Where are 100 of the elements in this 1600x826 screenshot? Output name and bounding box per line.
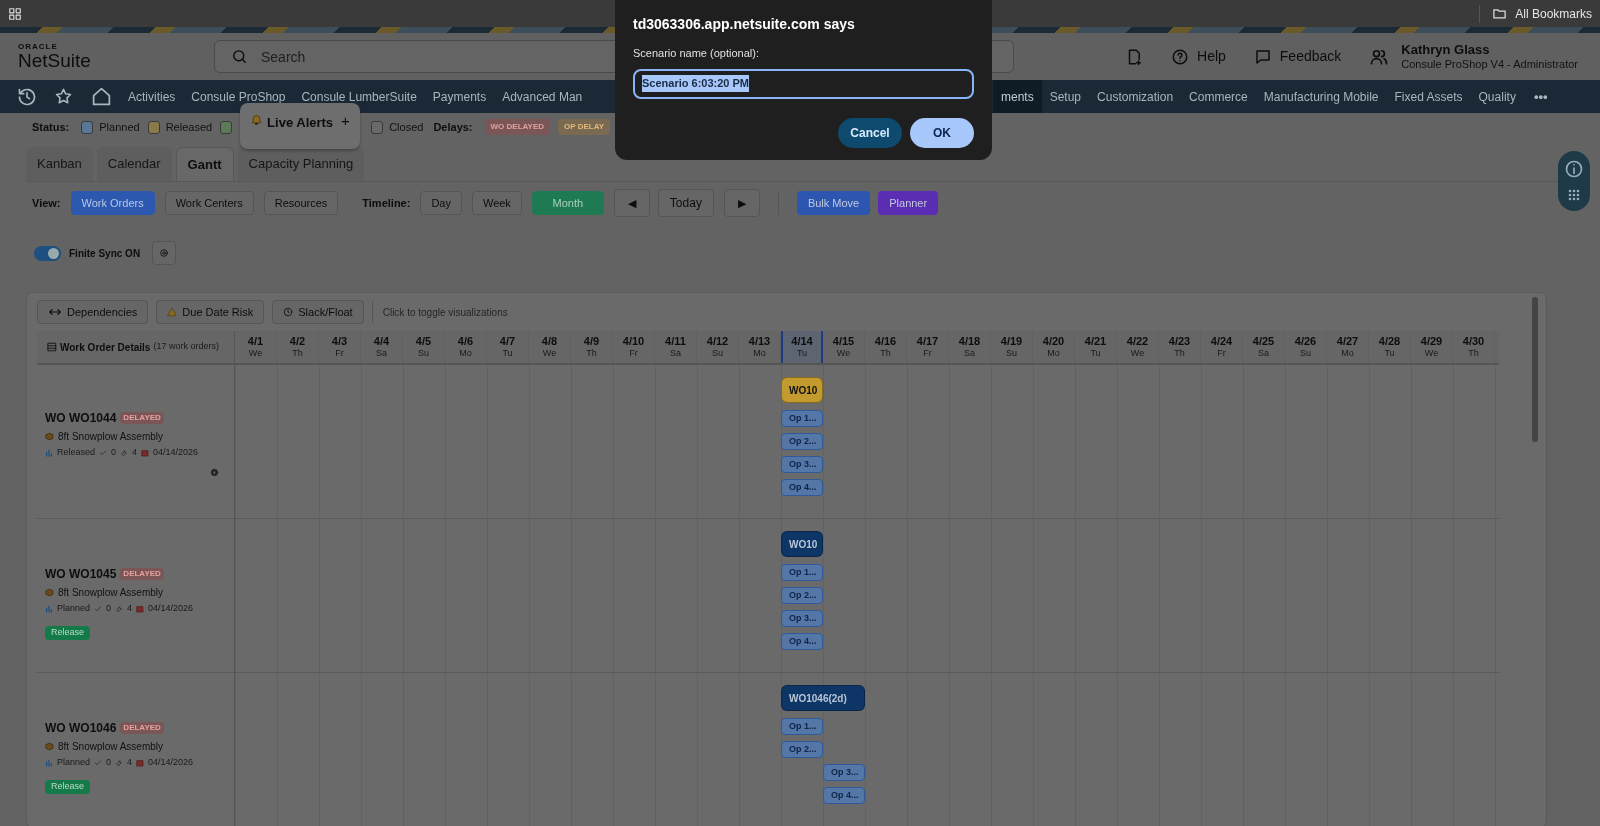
- box-icon: [45, 742, 54, 752]
- history-icon[interactable]: [17, 86, 37, 107]
- day-column-header: 4/23 Th: [1159, 331, 1201, 363]
- dialog-title: td3063306.app.netsuite.com says: [633, 15, 856, 34]
- speech-bubble-icon: [1253, 47, 1272, 66]
- ok-button[interactable]: OK: [910, 117, 974, 148]
- nav-menu-item[interactable]: Manufacturing Mobile: [1255, 80, 1387, 113]
- delayed-badge: DELAYED: [120, 722, 164, 735]
- box-icon: [45, 431, 54, 441]
- toggle-switch[interactable]: [34, 245, 61, 261]
- visualization-toggle-button[interactable]: Dependencies: [37, 300, 149, 324]
- day-column-header: 4/29 We: [1411, 331, 1453, 363]
- delayed-badge: DELAYED: [120, 411, 164, 424]
- operation-bar[interactable]: Op 2...: [781, 741, 823, 758]
- release-button[interactable]: Release: [45, 625, 91, 640]
- today-button[interactable]: Today: [657, 189, 714, 217]
- day-column-header: 4/15 We: [823, 331, 865, 363]
- view-option-button[interactable]: Resources: [263, 191, 339, 215]
- action-button[interactable]: Bulk Move: [796, 191, 871, 215]
- operation-bar[interactable]: Op 2...: [781, 587, 823, 604]
- status-legend-label: Planned: [99, 119, 140, 135]
- view-tab[interactable]: Gantt: [175, 147, 234, 181]
- status-legend-label: Released: [165, 119, 213, 135]
- gear-icon[interactable]: [209, 467, 220, 479]
- work-order-bar[interactable]: WO10: [781, 377, 823, 403]
- product-name: 8ft Snowplow Assembly: [58, 740, 164, 755]
- action-button[interactable]: Planner: [878, 191, 939, 215]
- view-tab[interactable]: Calendar: [96, 147, 172, 181]
- scrollbar[interactable]: [1532, 297, 1538, 442]
- feedback-link[interactable]: Feedback: [1253, 46, 1342, 67]
- search-icon: [231, 48, 248, 65]
- floating-help-widget[interactable]: [1558, 151, 1590, 211]
- nav-menu-item[interactable]: Quality: [1470, 80, 1524, 113]
- user-role: Consule ProShop V4 - Administrator: [1401, 57, 1578, 72]
- release-button[interactable]: Release: [45, 779, 91, 794]
- finite-sync-label: Finite Sync ON: [69, 246, 141, 261]
- operation-bar[interactable]: Op 1...: [781, 718, 823, 735]
- nav-menu-item[interactable]: Advanced Man: [494, 80, 591, 113]
- view-option-button[interactable]: Work Orders: [70, 191, 155, 215]
- completed-count: 0: [111, 445, 117, 459]
- operation-bar[interactable]: Op 1...: [781, 410, 823, 427]
- timeline-option-button[interactable]: Day: [420, 191, 462, 215]
- operation-bar[interactable]: Op 4...: [781, 633, 823, 650]
- timeline-option-button[interactable]: Week: [471, 191, 522, 215]
- operation-count: 4: [127, 602, 133, 616]
- day-column-header: 4/8 We: [529, 331, 571, 363]
- day-column-header: 4/17 Fr: [907, 331, 949, 363]
- help-link[interactable]: Help: [1171, 46, 1226, 67]
- cancel-button[interactable]: Cancel: [838, 117, 902, 148]
- product-name: 8ft Snowplow Assembly: [58, 586, 164, 601]
- settings-button[interactable]: [152, 241, 177, 265]
- view-option-button[interactable]: Work Centers: [164, 191, 254, 215]
- due-date: 04/14/2026: [148, 602, 194, 616]
- timeline-option-button[interactable]: Month: [531, 191, 604, 215]
- operation-bar[interactable]: Op 1...: [781, 564, 823, 581]
- operation-bar[interactable]: Op 3...: [781, 456, 823, 473]
- operation-bar[interactable]: Op 4...: [823, 787, 865, 804]
- work-order-bar[interactable]: WO10: [781, 531, 823, 557]
- live-alerts-popup[interactable]: Live Alerts +: [240, 103, 360, 149]
- day-column-header: 4/4 Sa: [361, 331, 403, 363]
- day-column-header: 4/2 Th: [277, 331, 319, 363]
- clock-icon: [283, 307, 294, 317]
- bookmarks-folder[interactable]: All Bookmarks: [1479, 4, 1592, 23]
- nav-menu-item[interactable]: Activities: [120, 80, 184, 113]
- apps-grid-icon[interactable]: [8, 6, 22, 21]
- day-column-header: 4/10 Fr: [613, 331, 655, 363]
- checkmark-icon: [94, 605, 103, 613]
- nav-menu-item[interactable]: Fixed Assets: [1386, 80, 1471, 113]
- box-icon: [45, 588, 54, 598]
- checkmark-icon: [99, 448, 108, 457]
- operation-bar[interactable]: Op 3...: [823, 764, 865, 781]
- visualization-toggle-button[interactable]: Due Date Risk: [156, 300, 265, 324]
- day-column-header: 4/6 Mo: [445, 331, 487, 363]
- nav-menu-item[interactable]: Payments: [424, 80, 495, 113]
- home-icon[interactable]: [91, 86, 112, 107]
- nav-menu-item[interactable]: ments: [993, 80, 1042, 113]
- view-tab[interactable]: Kanban: [26, 147, 93, 181]
- previous-button[interactable]: ◀: [613, 189, 650, 217]
- nav-menu-item[interactable]: Setup: [1041, 80, 1090, 113]
- bell-icon: [250, 113, 264, 126]
- nav-menu-item[interactable]: Commerce: [1181, 80, 1256, 113]
- more-menu-button[interactable]: •••: [1523, 86, 1558, 107]
- visualization-toggle-button[interactable]: Slack/Float: [272, 300, 364, 324]
- nav-menu-item[interactable]: Customization: [1089, 80, 1182, 113]
- add-alert-button[interactable]: +: [341, 113, 350, 128]
- next-button[interactable]: ▶: [723, 189, 760, 217]
- scenario-name-field[interactable]: Scenario 6:03:20 PM: [633, 68, 974, 99]
- operation-bar[interactable]: Op 3...: [781, 610, 823, 627]
- operation-bar[interactable]: Op 2...: [781, 433, 823, 450]
- view-tab[interactable]: Capacity Planning: [237, 147, 365, 181]
- work-order-bar[interactable]: WO1046(2d): [781, 685, 865, 711]
- day-column-header: 4/9 Th: [571, 331, 613, 363]
- day-column-header: 4/21 Tu: [1075, 331, 1117, 363]
- user-name[interactable]: Kathryn Glass: [1401, 41, 1578, 58]
- work-order-status: Planned: [57, 602, 91, 616]
- star-icon[interactable]: [54, 87, 73, 106]
- operation-bar[interactable]: Op 4...: [781, 479, 823, 496]
- day-column-header: 4/12 Su: [697, 331, 739, 363]
- operation-count: 4: [127, 756, 133, 770]
- settings-icon: [159, 248, 170, 258]
